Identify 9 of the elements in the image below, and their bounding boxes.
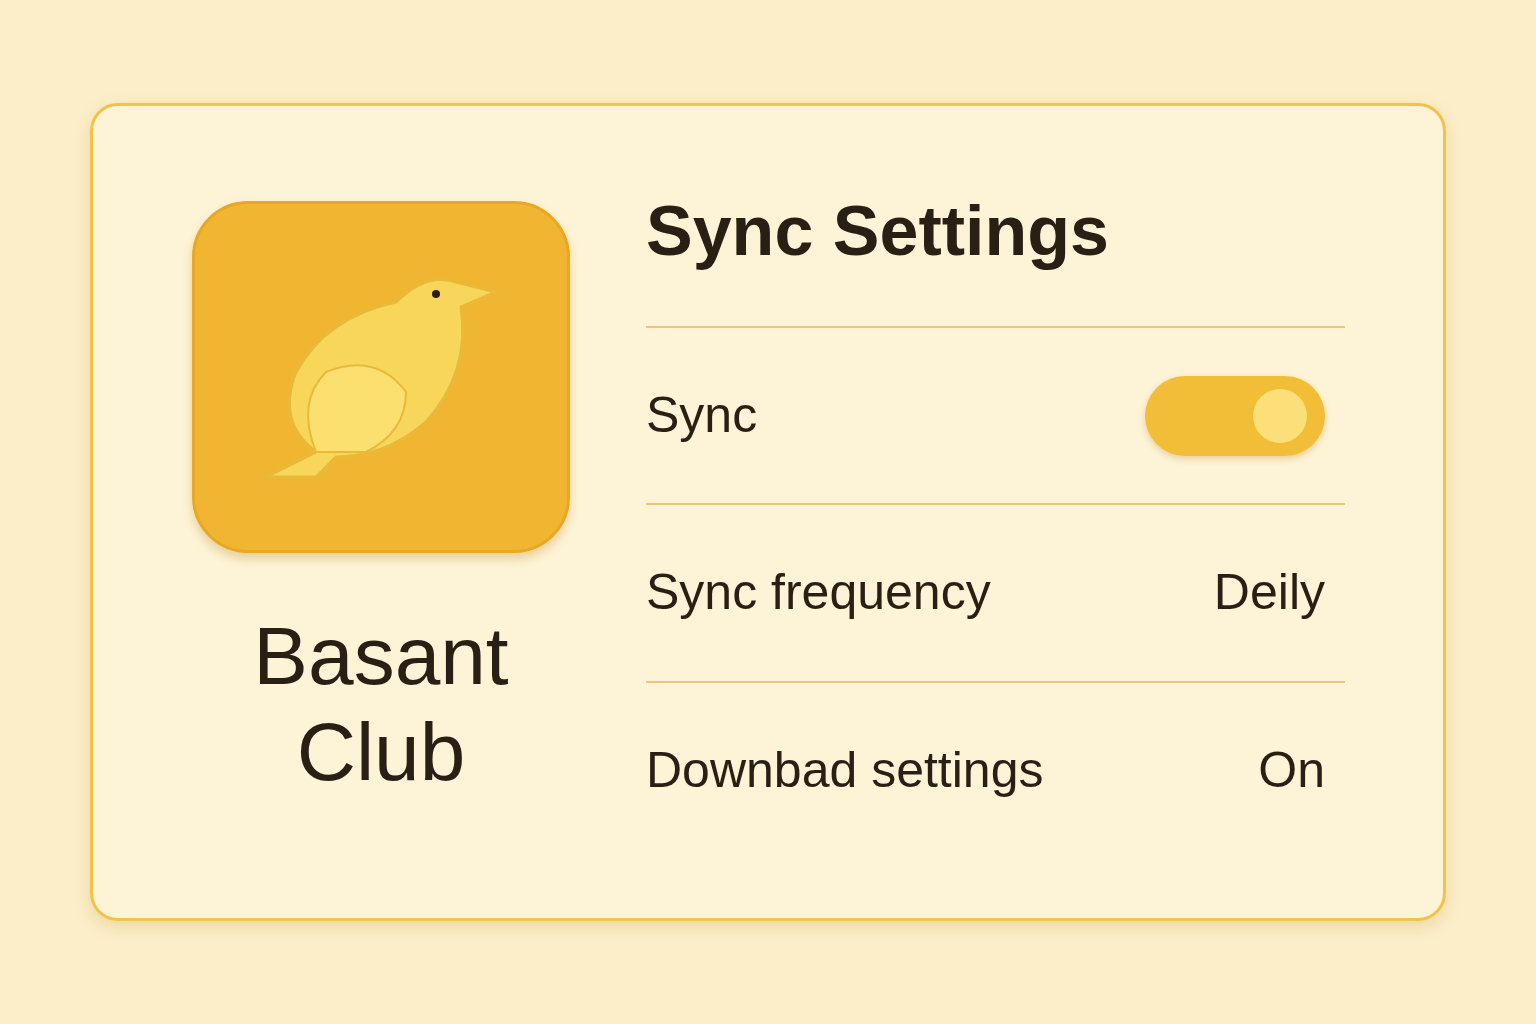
setting-value: Deily	[1213, 563, 1325, 623]
setting-value: On	[1258, 740, 1325, 800]
setting-label: Downbad settings	[646, 740, 1044, 800]
setting-label: Sync	[646, 386, 758, 446]
setting-label: Sync frequency	[646, 563, 991, 623]
panel-title: Sync Settings	[646, 191, 1110, 272]
toggle-knob	[1253, 388, 1307, 443]
app-name: Basant Club	[252, 609, 510, 799]
sync-toggle[interactable]	[1145, 375, 1325, 456]
